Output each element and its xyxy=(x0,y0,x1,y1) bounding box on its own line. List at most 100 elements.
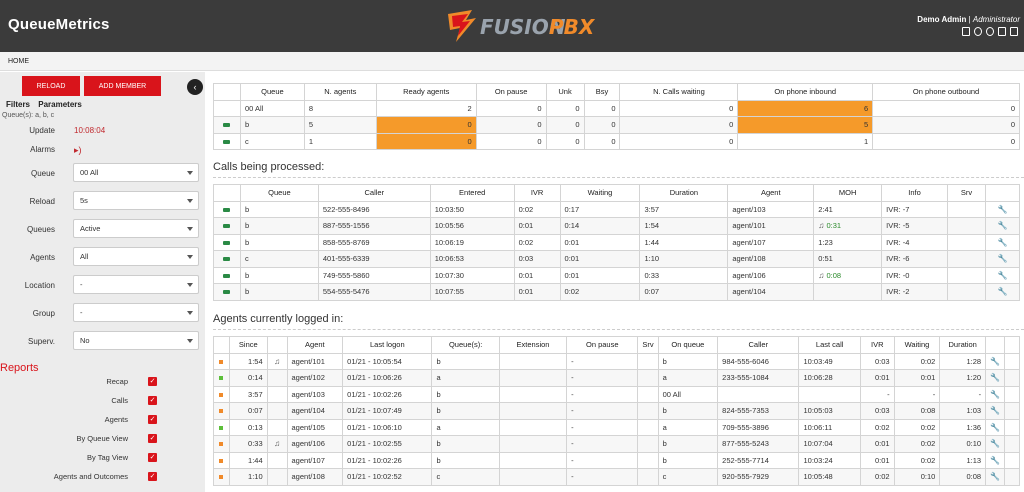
wrench-icon[interactable]: 🔧 xyxy=(990,390,1000,399)
menu-home[interactable]: HOME xyxy=(8,58,29,65)
ready-agents-cell: 2 xyxy=(375,99,477,117)
agent-cell[interactable]: agent/101 xyxy=(286,352,344,370)
location-select[interactable]: - xyxy=(73,275,199,294)
ivr-cell: 0:03 xyxy=(859,402,895,420)
power-icon[interactable] xyxy=(986,27,994,36)
phone-icon[interactable] xyxy=(223,224,231,229)
wrench-icon[interactable]: 🔧 xyxy=(998,254,1008,263)
agent-cell[interactable]: agent/108 xyxy=(286,468,344,486)
wrench-icon[interactable]: 🔧 xyxy=(990,373,1000,382)
wrench-icon[interactable]: 🔧 xyxy=(998,287,1008,296)
agent-cell[interactable]: agent/103 xyxy=(727,200,815,218)
tab-filters[interactable]: Filters xyxy=(6,100,30,109)
wrench-icon[interactable]: 🔧 xyxy=(998,271,1008,280)
phone-icon[interactable] xyxy=(223,290,231,295)
queues-cell: b xyxy=(431,352,500,370)
logout-icon[interactable] xyxy=(1010,27,1018,36)
row-icon-cell xyxy=(213,116,241,134)
report-checkbox-recap[interactable]: ✓ xyxy=(148,377,157,386)
caller-cell[interactable]: 522-555-8496 xyxy=(317,200,431,218)
collapse-sidebar-icon[interactable]: ‹ xyxy=(187,79,203,95)
agent-cell[interactable]: agent/104 xyxy=(286,402,344,420)
since-cell: 0:14 xyxy=(228,369,268,387)
row-icon-cell xyxy=(213,266,241,284)
col-header-last-logon: Last logon xyxy=(342,336,433,354)
col-header-ivr: IVR xyxy=(513,184,561,202)
entered-cell: 10:05:56 xyxy=(429,217,515,235)
extra-cell xyxy=(1004,402,1020,420)
agent-cell[interactable]: agent/103 xyxy=(286,385,344,403)
reload-button[interactable]: RELOAD xyxy=(22,76,80,96)
caller-cell[interactable]: 749-555-5860 xyxy=(317,266,431,284)
queue-cell[interactable]: 00 All xyxy=(239,99,305,117)
caller-cell[interactable]: 887-555-1556 xyxy=(317,217,431,235)
extra-cell xyxy=(1004,418,1020,436)
report-checkbox-agents-and-outcomes[interactable]: ✓ xyxy=(148,472,157,481)
phone-outbound-cell: 0 xyxy=(872,99,1020,117)
status-cell xyxy=(213,352,230,370)
col-header-duration: Duration xyxy=(639,184,729,202)
report-checkbox-calls[interactable]: ✓ xyxy=(148,396,157,405)
wrench-icon[interactable]: 🔧 xyxy=(990,456,1000,465)
phone-icon[interactable] xyxy=(223,273,231,278)
report-checkbox-by-queue-view[interactable]: ✓ xyxy=(148,434,157,443)
document-icon[interactable] xyxy=(998,27,1006,36)
wrench-icon[interactable]: 🔧 xyxy=(998,205,1008,214)
caller-cell[interactable]: 858-555-8769 xyxy=(317,233,431,251)
wrench-icon[interactable]: 🔧 xyxy=(998,221,1008,230)
wrench-icon[interactable]: 🔧 xyxy=(990,439,1000,448)
phone-icon[interactable] xyxy=(223,257,231,262)
agent-cell[interactable]: agent/106 xyxy=(286,435,344,453)
extra-cell xyxy=(1004,468,1020,486)
agent-cell[interactable]: agent/107 xyxy=(286,451,344,469)
speaker-icon[interactable]: ▸) xyxy=(74,145,82,156)
phone-icon[interactable] xyxy=(223,139,231,144)
srv-cell xyxy=(637,402,659,420)
clipboard-icon[interactable] xyxy=(962,27,970,36)
moh-flag-cell xyxy=(266,451,288,469)
actions-cell: 🔧 xyxy=(985,352,1006,370)
report-checkbox-agents[interactable]: ✓ xyxy=(148,415,157,424)
filter-label-queues: Queues xyxy=(26,225,55,234)
last-logon-cell: 01/21 - 10:02:26 xyxy=(342,451,433,469)
agents-select[interactable]: All xyxy=(73,247,199,266)
queue-cell[interactable]: b xyxy=(239,116,305,134)
wrench-icon[interactable]: 🔧 xyxy=(990,423,1000,432)
wrench-icon[interactable]: 🔧 xyxy=(990,406,1000,415)
wrench-icon[interactable]: 🔧 xyxy=(990,357,1000,366)
agent-cell[interactable]: agent/104 xyxy=(727,283,815,301)
group-select[interactable]: - xyxy=(73,303,199,322)
waiting-cell: 0:02 xyxy=(893,451,941,469)
agent-cell[interactable]: agent/101 xyxy=(727,217,815,235)
phone-icon[interactable] xyxy=(223,123,231,128)
clock-icon[interactable] xyxy=(974,27,982,36)
add-member-button[interactable]: ADD MEMBER xyxy=(84,76,161,96)
col-header-extra xyxy=(1004,336,1020,354)
agent-cell[interactable]: agent/102 xyxy=(286,369,344,387)
caller-cell[interactable]: 554-555-5476 xyxy=(317,283,431,301)
on-queue-cell: a xyxy=(657,369,719,387)
filter-label-queue: Queue xyxy=(30,169,55,178)
phone-icon[interactable] xyxy=(223,240,231,245)
duration-cell: 1:36 xyxy=(939,418,987,436)
agent-cell[interactable]: agent/106 xyxy=(727,266,815,284)
queue-select[interactable]: 00 All xyxy=(73,163,199,182)
col-header-since: Since xyxy=(228,336,268,354)
waiting-cell: 0:01 xyxy=(559,250,641,268)
superv-select[interactable]: No xyxy=(73,331,199,350)
report-checkbox-by-tag-view[interactable]: ✓ xyxy=(148,453,157,462)
info-cell: IVR: -2 xyxy=(881,283,949,301)
wrench-icon[interactable]: 🔧 xyxy=(998,238,1008,247)
reload-select[interactable]: 5s xyxy=(73,191,199,210)
entered-cell: 10:06:53 xyxy=(429,250,515,268)
wrench-icon[interactable]: 🔧 xyxy=(990,472,1000,481)
queue-cell[interactable]: c xyxy=(239,132,305,150)
agent-cell[interactable]: agent/105 xyxy=(286,418,344,436)
agent-cell[interactable]: agent/107 xyxy=(727,233,815,251)
tab-parameters[interactable]: Parameters xyxy=(38,100,82,109)
agent-cell[interactable]: agent/108 xyxy=(727,250,815,268)
caller-cell[interactable]: 401-555-6339 xyxy=(317,250,431,268)
phone-icon[interactable] xyxy=(223,207,231,212)
col-header-agent: Agent xyxy=(727,184,815,202)
queues-select[interactable]: Active xyxy=(73,219,199,238)
